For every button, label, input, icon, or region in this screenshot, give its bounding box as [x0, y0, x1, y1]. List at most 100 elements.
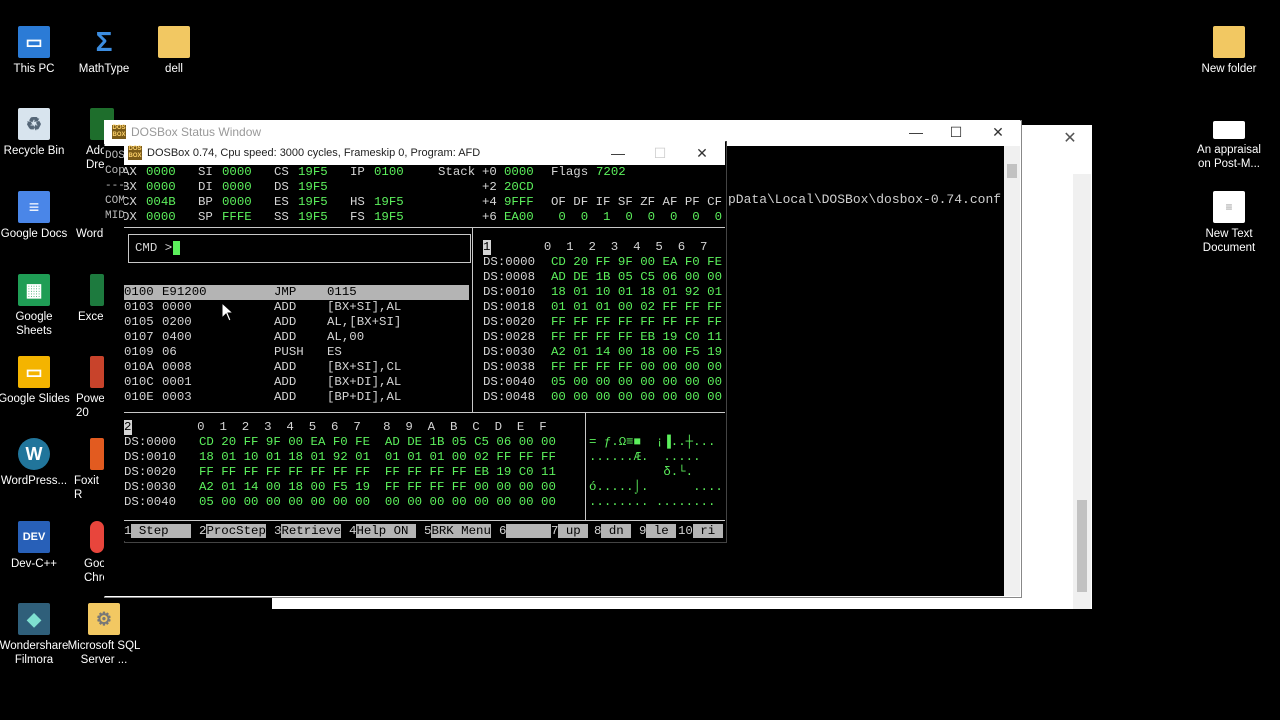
disasm-opcode: JMP	[274, 285, 297, 299]
desktop-icon-label: An appraisal on Post-M...	[1197, 144, 1261, 170]
desktop-icon-label: This PC	[13, 63, 55, 75]
scrollbar-thumb[interactable]	[1007, 164, 1017, 178]
function-key-f4[interactable]: 4Help ON	[349, 523, 416, 540]
function-key-number: 10	[678, 524, 693, 538]
function-key-f8[interactable]: 8 dn	[594, 523, 632, 540]
desktop-icon-google-sheets[interactable]: ▦ Google Sheets	[0, 274, 72, 338]
desktop-icon-google-docs[interactable]: ≡ Google Docs	[0, 191, 72, 241]
desktop-icon-mathtype[interactable]: Σ MathType	[66, 26, 142, 76]
desktop-icon-new-folder[interactable]: New folder	[1191, 26, 1267, 76]
disasm-opcode: PUSH	[274, 345, 304, 359]
desktop-icon-filmora[interactable]: ◆ Wondershare Filmora	[0, 603, 72, 667]
divider	[472, 227, 473, 412]
function-key-f7[interactable]: 7 up	[551, 523, 589, 540]
status-scrollbar[interactable]	[1004, 146, 1020, 596]
function-key-f10[interactable]: 10 ri	[678, 523, 723, 540]
text-document-icon: ≡	[1213, 191, 1245, 223]
stack-value: EA00	[504, 210, 534, 224]
desktop-icon-appraisal[interactable]: An appraisal on Post-M...	[1191, 121, 1267, 171]
memory-address: DS:0040	[124, 495, 177, 509]
function-key-f9[interactable]: 9 le	[639, 523, 677, 540]
wordpress-icon: W	[18, 438, 50, 470]
register-name: ES	[274, 195, 289, 209]
disasm-address: 0107	[124, 330, 154, 344]
mouse-pointer-icon	[221, 301, 235, 322]
memory-bytes: CD 20 FF 9F 00 EA F0 FE AD DE 1B 05 C5 0…	[199, 435, 556, 449]
desktop-icon-sql-server[interactable]: ⚙ Microsoft SQL Server ...	[66, 603, 142, 667]
stack-value: 0000	[504, 165, 534, 179]
disasm-address: 0100	[124, 285, 154, 299]
memory-ascii: = ƒ.Ω≡■ ¡▐..┼...	[589, 435, 716, 449]
function-key-f5[interactable]: 5BRK Menu	[424, 523, 491, 540]
desktop-icon-foxit[interactable]: Foxit R	[74, 438, 104, 502]
desktop-icon-label: Dev-C++	[10, 558, 58, 570]
docs-icon: ≡	[18, 191, 50, 223]
desktop-icon-chrome[interactable]: Goo Chro	[84, 521, 109, 585]
memory-address: DS:0000	[124, 435, 177, 449]
maximize-button[interactable]: ☐	[936, 121, 976, 143]
debugger-screen[interactable]: AX 0000 SI 0000 CS 19F5 IP 0100 BX 0000 DI 0000 DS 19…	[124, 165, 725, 541]
register-name: IP	[350, 165, 365, 179]
register-value: 19F5	[298, 210, 328, 224]
register-name: BX	[124, 180, 137, 194]
disasm-bytes: 0400	[162, 330, 192, 344]
desktop-icon-label: Powe 20	[76, 393, 105, 419]
scrollbar-thumb[interactable]	[1077, 500, 1087, 592]
function-key-f6[interactable]: 6	[499, 523, 552, 540]
minimize-button[interactable]: —	[896, 121, 936, 143]
register-value: 004B	[146, 195, 176, 209]
function-key-f1[interactable]: 1 Step	[124, 523, 191, 540]
memory-address: DS:0030	[124, 480, 177, 494]
function-key-f3[interactable]: 3Retrieve	[274, 523, 341, 540]
disasm-address: 0103	[124, 300, 154, 314]
desktop-icon-label: Google Sheets	[15, 311, 53, 337]
register-value: 19F5	[298, 195, 328, 209]
function-key-label: Help ON	[356, 524, 416, 538]
disasm-bytes: 0000	[162, 300, 192, 314]
memory-ascii: ó.....⌡. ....	[589, 480, 723, 494]
sqlserver-icon: ⚙	[88, 603, 120, 635]
disasm-bytes: 0001	[162, 375, 192, 389]
desktop-icon-powerpoint[interactable]: Powe 20	[76, 356, 105, 420]
command-input[interactable]: CMD >	[128, 234, 471, 263]
desktop-icon-recycle-bin[interactable]: ♻ Recycle Bin	[0, 108, 72, 158]
maximize-button[interactable]: ☐	[640, 143, 680, 163]
desktop-icon-wordpress[interactable]: W WordPress...	[0, 438, 72, 488]
close-button[interactable]: ✕	[978, 121, 1018, 143]
function-key-f2[interactable]: 2ProcStep	[199, 523, 266, 540]
stack-offset: +6	[482, 210, 497, 224]
memory-pane-number: 1	[483, 240, 491, 255]
disasm-operands: [BP+DI],AL	[327, 390, 402, 404]
desktop-icon-word[interactable]: Word	[76, 191, 104, 241]
close-icon[interactable]: ✕	[1059, 128, 1081, 150]
disasm-bytes: 0008	[162, 360, 192, 374]
function-key-label: ProcStep	[206, 524, 266, 538]
register-name: SS	[274, 210, 289, 224]
desktop-icon-new-text-document[interactable]: ≡ New Text Document	[1191, 191, 1267, 255]
folder-icon	[158, 26, 190, 58]
function-key-label	[506, 524, 552, 538]
desktop-icon-google-slides[interactable]: ▭ Google Slides	[0, 356, 72, 406]
function-key-label: up	[558, 524, 589, 538]
powerpoint-icon	[90, 356, 104, 388]
filmora-icon: ◆	[18, 603, 50, 635]
desktop-icon-label: Microsoft SQL Server ...	[67, 640, 141, 666]
function-key-label: Step	[131, 524, 191, 538]
desktop-icon-this-pc[interactable]: ▭ This PC	[0, 26, 72, 76]
disasm-address: 010E	[124, 390, 154, 404]
function-key-bar: 1 Step 2ProcStep 3Retrieve 4Help ON 5BRK M…	[124, 523, 725, 540]
close-button[interactable]: ✕	[682, 143, 722, 163]
desktop-icon-excel[interactable]: Excel	[78, 274, 106, 324]
register-value: 0000	[146, 180, 176, 194]
memory-address: DS:0040	[483, 375, 536, 389]
memory-bytes: 00 00 00 00 00 00 00 00	[551, 390, 723, 404]
disasm-operands: [BX+SI],AL	[327, 300, 402, 314]
desktop-icon-devcpp[interactable]: DEV Dev-C++	[0, 521, 72, 571]
minimize-button[interactable]: —	[598, 143, 638, 163]
flag-values: 0 0 1 0 0 0 0 0	[551, 210, 723, 224]
register-name: CX	[124, 195, 137, 209]
desktop-icon-label: New Text Document	[1202, 228, 1256, 254]
status-window-title: DOSBox Status Window	[131, 125, 262, 139]
memory-address: DS:0018	[483, 300, 536, 314]
desktop-icon-dell[interactable]: dell	[136, 26, 212, 76]
